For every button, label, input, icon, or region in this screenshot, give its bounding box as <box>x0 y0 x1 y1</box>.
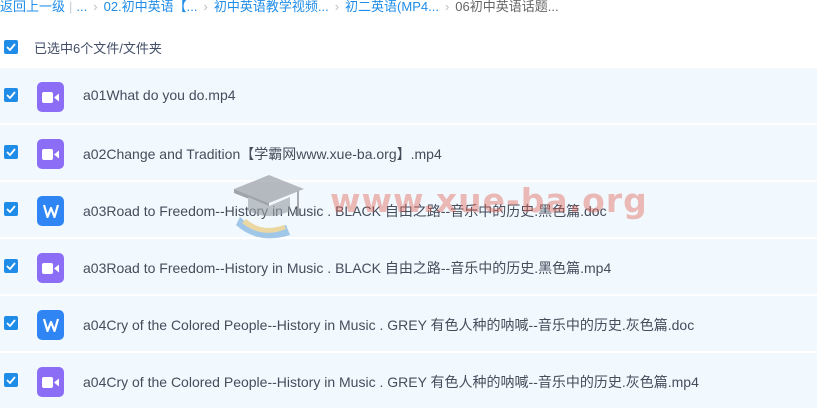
video-file-icon <box>37 82 64 112</box>
file-checkbox[interactable] <box>4 259 18 273</box>
breadcrumb-ellipsis-link[interactable]: ... <box>76 0 87 14</box>
checkmark-icon <box>6 319 16 327</box>
file-row[interactable]: a03Road to Freedom--History in Music . B… <box>0 239 817 295</box>
breadcrumb-current: 06初中英语话题... <box>455 0 559 14</box>
word-file-icon <box>37 196 64 226</box>
file-checkbox[interactable] <box>4 88 18 102</box>
checkmark-icon <box>6 43 16 51</box>
breadcrumb-separator-icon: › <box>203 0 208 14</box>
file-checkbox[interactable] <box>4 316 18 330</box>
breadcrumb-item-2[interactable]: 初中英语教学视频... <box>214 0 329 14</box>
file-name[interactable]: a03Road to Freedom--History in Music . B… <box>83 201 607 221</box>
breadcrumb-separator-icon: › <box>334 0 340 14</box>
breadcrumb: 返回上一级 |... › 02.初中英语【... › 初中英语教学视频... › 初二英语(M… <box>0 0 817 16</box>
selection-count-label: 已选中6个文件/文件夹 <box>34 41 162 56</box>
file-checkbox[interactable] <box>4 202 18 216</box>
breadcrumb-divider: | <box>69 0 73 14</box>
select-all-checkbox[interactable] <box>4 40 18 54</box>
file-row[interactable]: a03Road to Freedom--History in Music . B… <box>0 182 817 238</box>
file-name[interactable]: a04Cry of the Colored People--History in… <box>83 315 694 335</box>
breadcrumb-back-link[interactable]: 返回上一级 <box>0 0 65 14</box>
file-row[interactable]: a01What do you do.mp4 <box>0 68 817 124</box>
file-checkbox[interactable] <box>4 373 18 387</box>
checkmark-icon <box>6 376 16 384</box>
file-name[interactable]: a01What do you do.mp4 <box>83 87 236 103</box>
file-manager-page: 返回上一级 |... › 02.初中英语【... › 初中英语教学视频... › 初二英语(M… <box>0 0 817 413</box>
file-name[interactable]: a04Cry of the Colored People--History in… <box>83 372 699 392</box>
checkmark-icon <box>6 262 16 270</box>
checkmark-icon <box>6 205 16 213</box>
file-list: a01What do you do.mp4 a02Change and Trad… <box>0 68 817 410</box>
file-name[interactable]: a02Change and Tradition【学霸网www.xue-ba.or… <box>83 144 442 164</box>
breadcrumb-separator-icon: › <box>444 0 450 14</box>
checkmark-icon <box>6 91 16 99</box>
file-row[interactable]: a04Cry of the Colored People--History in… <box>0 353 817 409</box>
word-file-icon <box>37 310 64 340</box>
file-row[interactable]: a02Change and Tradition【学霸网www.xue-ba.or… <box>0 125 817 181</box>
selection-header: 已选中6个文件/文件夹 <box>0 33 817 61</box>
breadcrumb-item-3[interactable]: 初二英语(MP4... <box>345 0 439 14</box>
breadcrumb-item-1[interactable]: 02.初中英语【... <box>104 0 198 14</box>
checkmark-icon <box>6 148 16 156</box>
video-file-icon <box>37 253 64 283</box>
video-file-icon <box>37 367 64 397</box>
file-name[interactable]: a03Road to Freedom--History in Music . B… <box>83 258 611 278</box>
file-row[interactable]: a04Cry of the Colored People--History in… <box>0 296 817 352</box>
file-checkbox[interactable] <box>4 145 18 159</box>
video-file-icon <box>37 139 64 169</box>
breadcrumb-separator-icon: › <box>93 0 98 14</box>
